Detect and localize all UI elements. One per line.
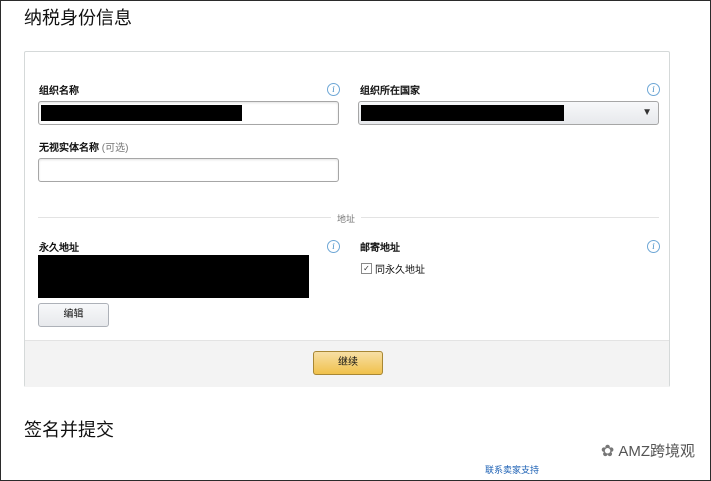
optional-note: (可选): [101, 143, 129, 154]
watermark: ✿ AMZ跨境观: [601, 440, 695, 461]
info-icon[interactable]: i: [327, 83, 340, 96]
org-country-label: 组织所在国家: [360, 86, 420, 97]
info-icon[interactable]: i: [327, 240, 340, 253]
card-footer: 继续: [25, 340, 669, 387]
wechat-icon: ✿: [600, 442, 615, 460]
redacted-org-name: [41, 105, 242, 121]
redacted-permanent-address: [38, 255, 309, 298]
address-divider-label: 地址: [331, 212, 362, 225]
sign-submit-title: 签名并提交: [24, 420, 114, 440]
edit-address-button[interactable]: 编辑: [38, 303, 109, 327]
watermark-text: AMZ跨境观: [618, 443, 695, 460]
same-as-permanent-label: 同永久地址: [375, 265, 425, 276]
redacted-country: [361, 105, 564, 121]
org-name-input[interactable]: [38, 101, 339, 125]
tax-identity-title: 纳税身份信息: [24, 8, 132, 28]
disregarded-entity-input[interactable]: [38, 158, 339, 182]
chevron-down-icon: ▼: [642, 107, 652, 118]
info-icon[interactable]: i: [647, 83, 660, 96]
permanent-address-label: 永久地址: [39, 243, 79, 254]
org-country-select[interactable]: ▼: [358, 101, 659, 125]
info-icon[interactable]: i: [647, 240, 660, 253]
disregarded-entity-label: 无视实体名称 (可选): [39, 143, 129, 154]
tax-info-card: 组织名称 i 组织所在国家 i ▼ 无视实体名称 (可选) 地址 永久地址 i …: [24, 51, 670, 387]
org-name-label: 组织名称: [39, 86, 79, 97]
continue-button[interactable]: 继续: [313, 351, 383, 375]
same-as-permanent-checkbox[interactable]: ✓: [361, 263, 372, 274]
mailing-address-label: 邮寄地址: [360, 243, 400, 254]
contact-seller-support-link[interactable]: 联系卖家支持: [485, 463, 539, 476]
